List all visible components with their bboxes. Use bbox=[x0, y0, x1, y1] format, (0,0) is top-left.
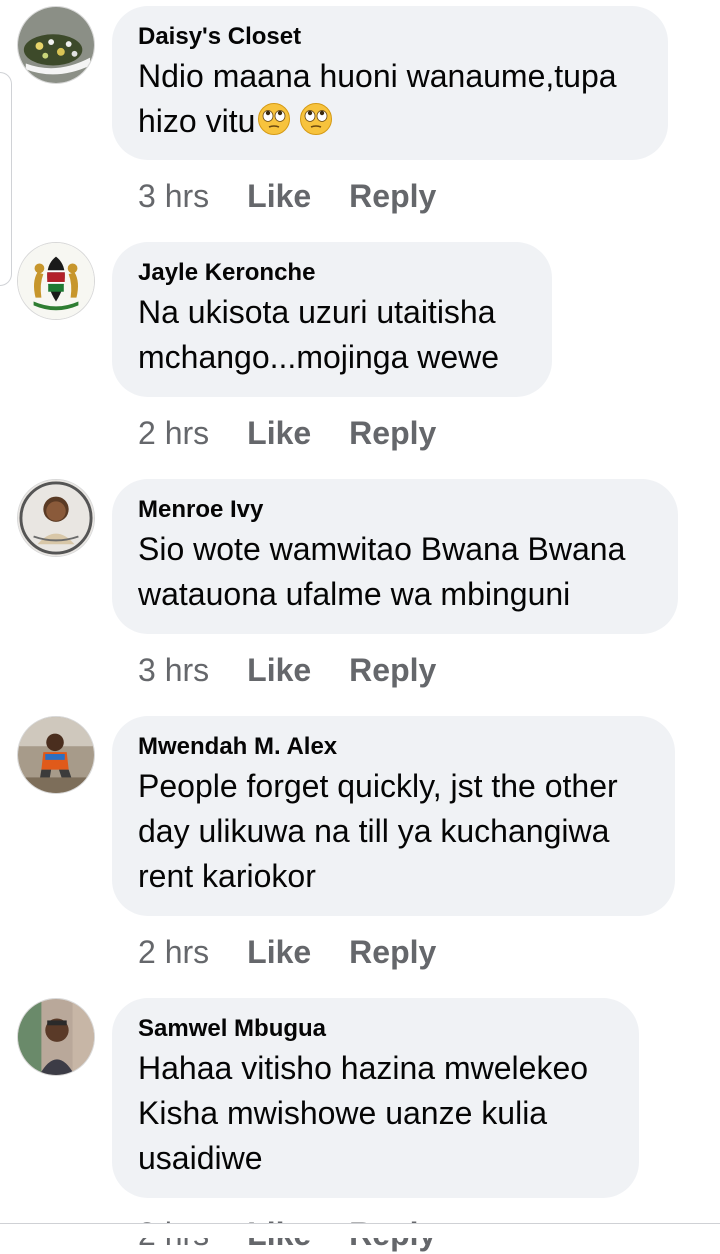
comment-actions: 3 hrs Like Reply bbox=[138, 176, 474, 216]
like-button[interactable]: Like bbox=[247, 413, 311, 453]
comment-bubble[interactable]: Samwel Mbugua Hahaa vitisho hazina mwele… bbox=[112, 998, 639, 1198]
comment-bubble[interactable]: Menroe Ivy Sio wote wamwitao Bwana Bwana… bbox=[112, 479, 678, 634]
reply-button[interactable]: Reply bbox=[349, 650, 436, 690]
comment-timestamp[interactable]: 3 hrs bbox=[138, 650, 209, 690]
comment-text-content: Ndio maana huoni wanaume,tupa hizo vitu bbox=[138, 58, 617, 139]
like-button[interactable]: Like bbox=[247, 932, 311, 972]
comment-author[interactable]: Jayle Keronche bbox=[138, 258, 524, 288]
profile-photo-icon bbox=[18, 717, 94, 793]
profile-photo-icon bbox=[18, 480, 94, 556]
comment-text: Na ukisota uzuri utaitisha mchango...moj… bbox=[138, 294, 500, 375]
comment-actions: 2 hrs Like Reply bbox=[138, 932, 474, 972]
comment-text: Ndio maana huoni wanaume,tupa hizo vitu bbox=[138, 54, 640, 144]
reply-button[interactable]: Reply bbox=[349, 413, 436, 453]
avatar[interactable] bbox=[17, 479, 95, 557]
comment-text: People forget quickly, jst the other day… bbox=[138, 768, 618, 894]
comment-author[interactable]: Samwel Mbugua bbox=[138, 1014, 611, 1044]
reply-thread-line bbox=[0, 72, 12, 286]
profile-photo-icon bbox=[18, 999, 94, 1075]
avatar[interactable] bbox=[17, 716, 95, 794]
comment-text: Hahaa vitisho hazina mwelekeo Kisha mwis… bbox=[138, 1050, 589, 1176]
comment-text: Sio wote wamwitao Bwana Bwana watauona u… bbox=[138, 531, 626, 612]
comment-author[interactable]: Menroe Ivy bbox=[138, 495, 650, 525]
avatar[interactable] bbox=[17, 6, 95, 84]
comment-bubble[interactable]: Mwendah M. Alex People forget quickly, j… bbox=[112, 716, 675, 916]
like-button[interactable]: Like bbox=[247, 650, 311, 690]
comment-author[interactable]: Mwendah M. Alex bbox=[138, 732, 647, 762]
bottom-divider bbox=[0, 1223, 720, 1238]
reply-button[interactable]: Reply bbox=[349, 176, 436, 216]
comment-timestamp[interactable]: 2 hrs bbox=[138, 932, 209, 972]
coat-of-arms-icon bbox=[18, 243, 94, 319]
comment-author[interactable]: Daisy's Closet bbox=[138, 22, 640, 52]
avatar[interactable] bbox=[17, 998, 95, 1076]
comment-actions: 2 hrs Like Reply bbox=[138, 413, 474, 453]
avatar[interactable] bbox=[17, 242, 95, 320]
comment-timestamp[interactable]: 2 hrs bbox=[138, 413, 209, 453]
like-button[interactable]: Like bbox=[247, 176, 311, 216]
comment-timestamp[interactable]: 3 hrs bbox=[138, 176, 209, 216]
rolling-eyes-emoji-icon bbox=[300, 103, 333, 135]
comment-bubble[interactable]: Jayle Keronche Na ukisota uzuri utaitish… bbox=[112, 242, 552, 397]
comment-bubble[interactable]: Daisy's Closet Ndio maana huoni wanaume,… bbox=[112, 6, 668, 160]
rolling-eyes-emoji-icon bbox=[258, 103, 291, 135]
comment-actions: 3 hrs Like Reply bbox=[138, 650, 474, 690]
reply-button[interactable]: Reply bbox=[349, 932, 436, 972]
shoe-photo-icon bbox=[18, 7, 94, 83]
